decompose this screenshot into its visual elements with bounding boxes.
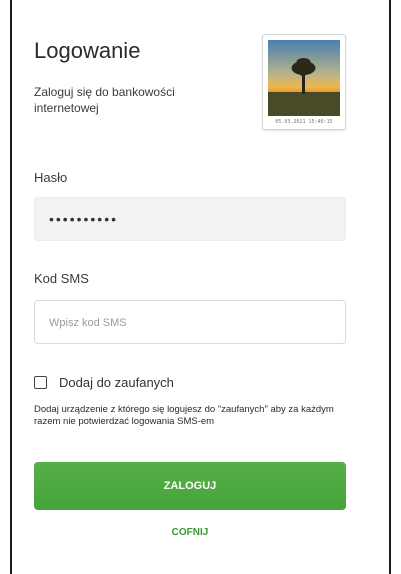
password-label: Hasło bbox=[34, 170, 68, 185]
login-button[interactable]: ZALOGUJ bbox=[34, 462, 346, 510]
tree-sunset-image bbox=[268, 40, 340, 116]
trusted-device-option[interactable]: Dodaj do zaufanych bbox=[34, 372, 174, 392]
trusted-device-checkbox[interactable] bbox=[34, 375, 47, 389]
security-image: 05.03.2021 15:40:15 bbox=[262, 34, 346, 130]
window-frame-left bbox=[10, 0, 12, 574]
page-subtitle: Zaloguj się do bankowości internetowej bbox=[34, 85, 175, 115]
trusted-device-label[interactable]: Dodaj do zaufanych bbox=[59, 375, 174, 390]
sms-code-label: Kod SMS bbox=[34, 271, 89, 286]
security-image-timestamp: 05.03.2021 15:40:15 bbox=[275, 119, 333, 125]
sms-code-input[interactable] bbox=[34, 300, 346, 344]
back-link[interactable]: COFNIJ bbox=[34, 527, 346, 538]
trusted-device-hint: Dodaj urządzenie z którego się logujesz … bbox=[34, 404, 334, 427]
password-field[interactable] bbox=[34, 197, 346, 241]
page-title: Logowanie bbox=[34, 38, 141, 63]
window-frame-right bbox=[389, 0, 391, 574]
